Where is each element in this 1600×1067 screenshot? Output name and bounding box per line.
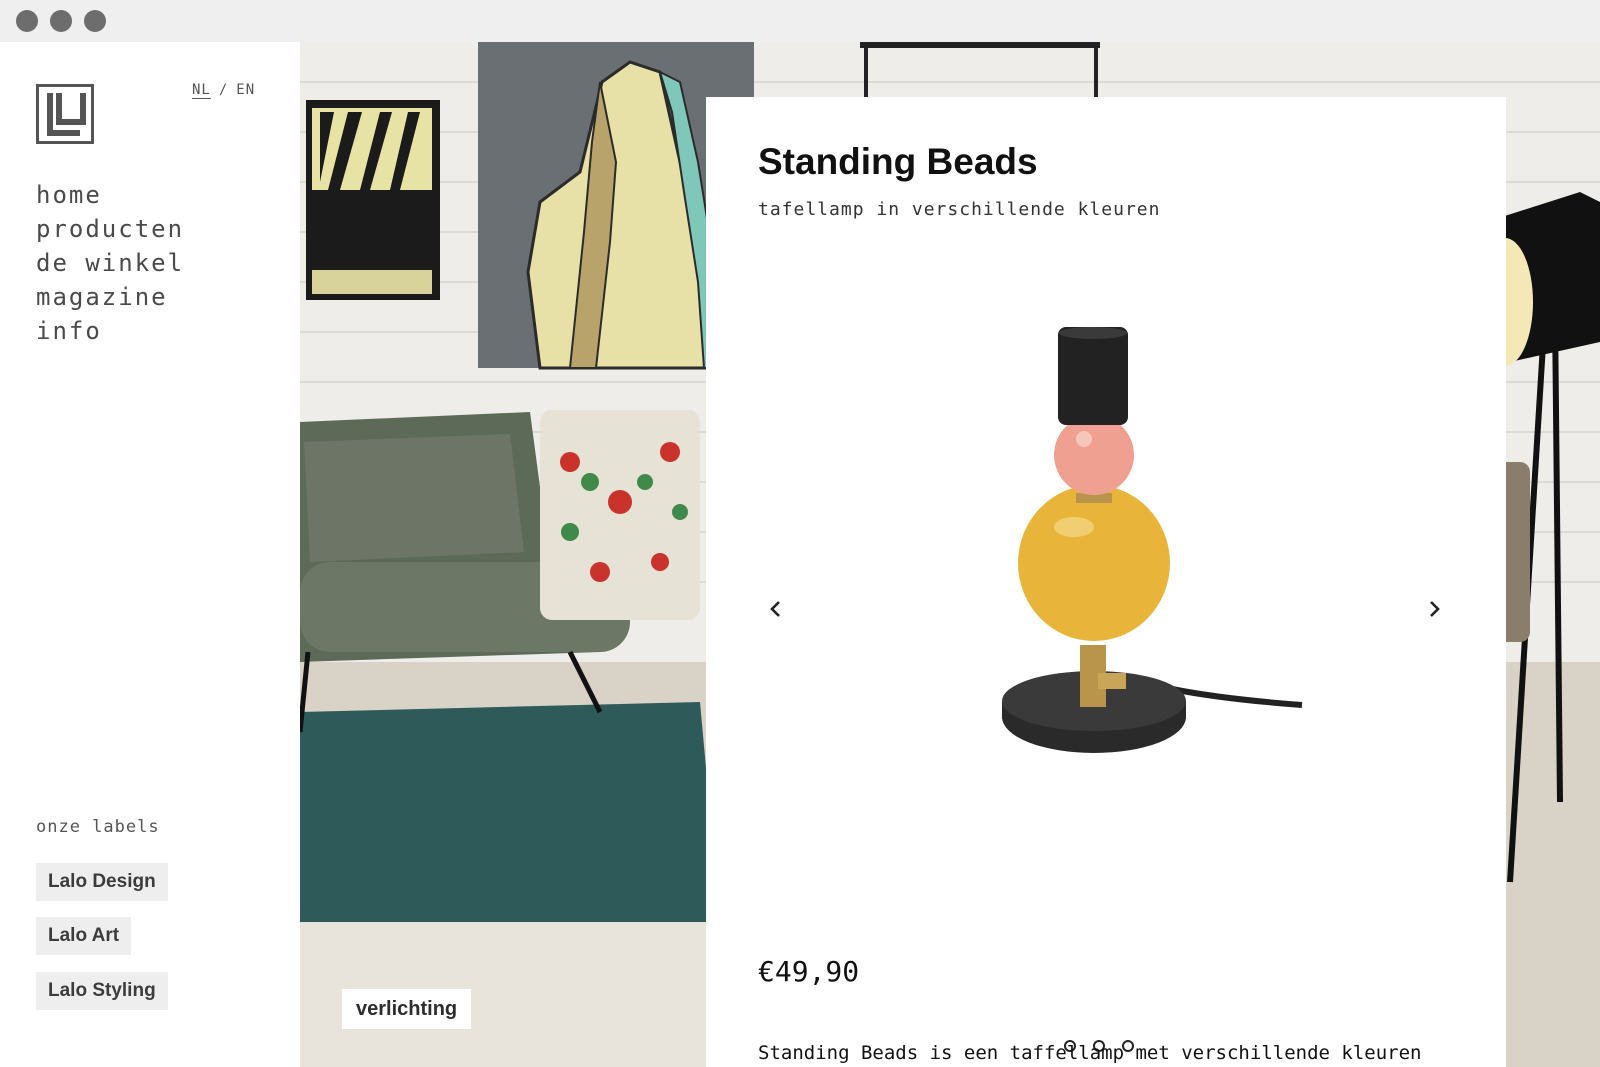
product-description: Standing Beads is een taffellamp met ver… [758,1042,1422,1064]
product-card: Standing Beads tafellamp in verschillend… [706,97,1506,1067]
label-lalo-design[interactable]: Lalo Design [36,863,168,901]
main-nav: home producten de winkel magazine info [36,178,184,348]
product-image [1002,327,1303,753]
product-title: Standing Beads [758,141,1038,182]
nav-de-winkel[interactable]: de winkel [36,246,184,280]
window-close-button[interactable] [16,10,38,32]
chevron-left-icon[interactable] [764,597,788,621]
sidebar: NL / EN home producten de winkel magazine … [0,42,300,1067]
nav-home[interactable]: home [36,178,184,212]
language-switcher: NL / EN [192,82,255,98]
labels-title: onze labels [36,817,160,837]
window-maximize-button[interactable] [84,10,106,32]
label-lalo-art[interactable]: Lalo Art [36,917,132,955]
nav-info[interactable]: info [36,314,184,348]
lang-separator: / [218,82,229,98]
product-subtitle: tafellamp in verschillende kleuren [758,199,1161,220]
product-carousel [706,297,1506,1052]
lang-nl-link[interactable]: NL [192,82,211,98]
lalo-logo-icon[interactable] [36,84,94,144]
nav-magazine[interactable]: magazine [36,280,184,314]
window-minimize-button[interactable] [50,10,72,32]
product-price: €49,90 [758,955,860,988]
category-tag[interactable]: verlichting [342,989,472,1029]
label-lalo-styling[interactable]: Lalo Styling [36,972,168,1010]
nav-producten[interactable]: producten [36,212,184,246]
window-titlebar [0,0,1600,43]
chevron-right-icon[interactable] [1422,597,1446,621]
lang-en-link[interactable]: EN [236,82,255,98]
